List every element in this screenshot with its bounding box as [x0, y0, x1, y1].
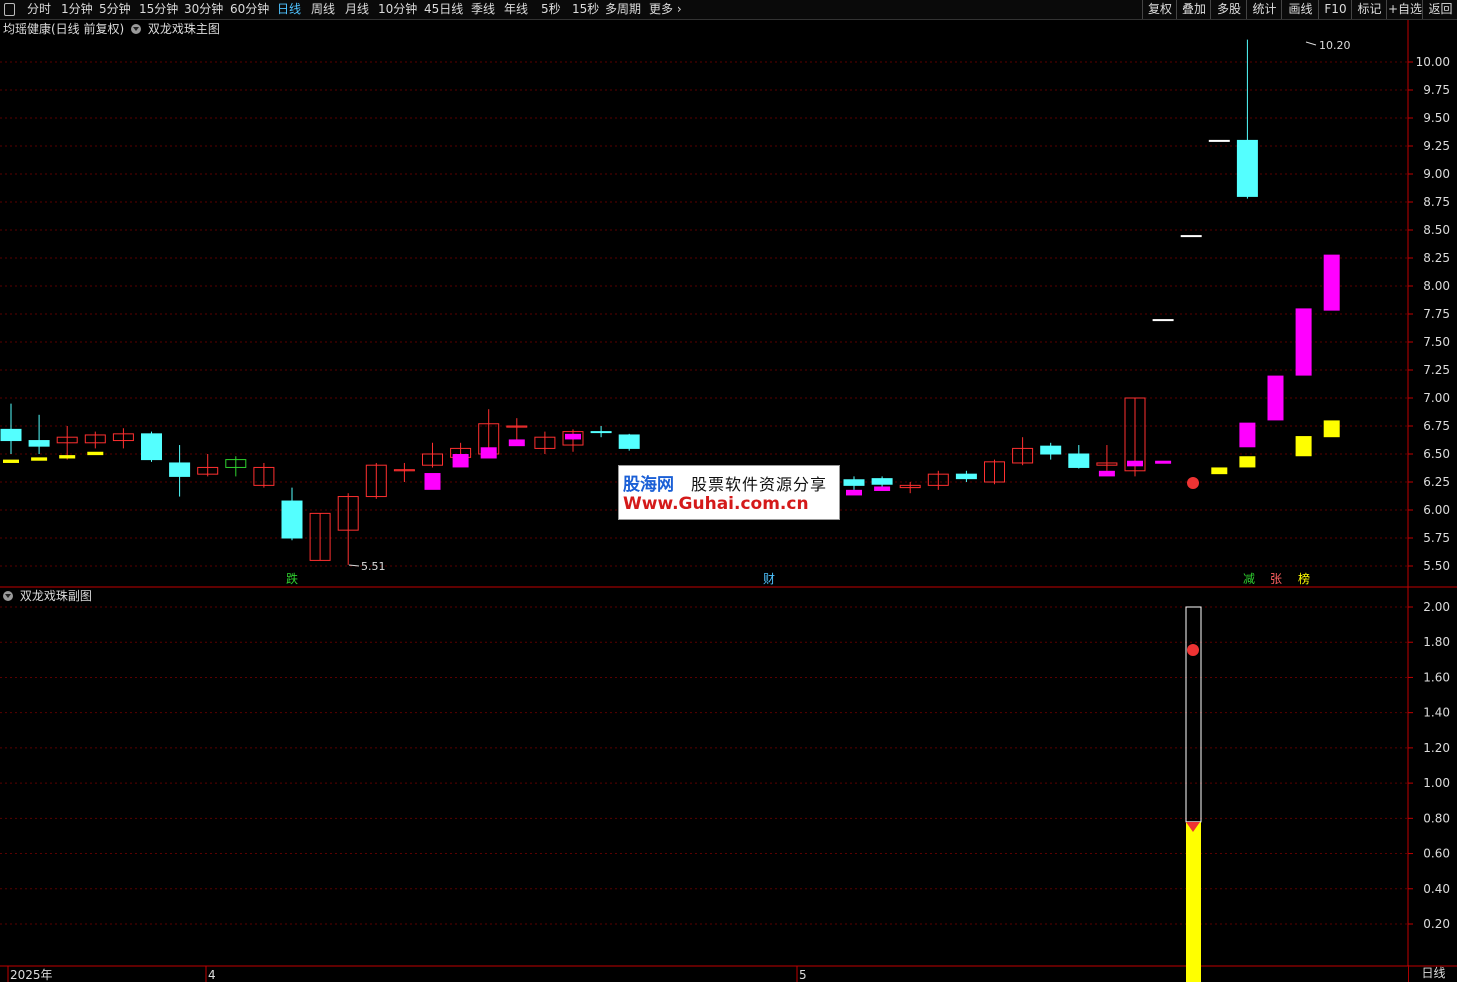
dragon-marker-8 [565, 433, 581, 440]
dragon-marker-11 [874, 486, 891, 491]
watermark-brand: 股海网 [623, 475, 674, 495]
candle-38-body [1068, 453, 1090, 468]
sub-y-tick-label: 0.60 [1423, 847, 1450, 861]
sub-y-tick-label: 1.40 [1423, 706, 1450, 720]
dragon-marker-22 [1323, 420, 1340, 438]
main-y-tick-label: 9.25 [1423, 139, 1450, 153]
signal-label-3: 张 [1270, 572, 1282, 586]
main-y-tick-label: 9.50 [1423, 111, 1450, 125]
dragon-marker-1 [31, 457, 48, 461]
dragon-marker-10 [846, 489, 862, 496]
main-y-tick-label: 10.00 [1416, 55, 1450, 69]
high-price-label: 10.20 [1319, 39, 1351, 52]
dragon-marker-21 [1323, 254, 1340, 311]
sub-white-bar [1185, 606, 1202, 823]
candle-21-body [590, 431, 612, 434]
candle-10-body [281, 500, 303, 539]
high-price-arrow [1305, 41, 1317, 46]
candle-37-body [1040, 445, 1062, 455]
signal-label-4: 榜 [1298, 571, 1310, 586]
x-axis-label-0: 2025年 [10, 968, 53, 982]
sub-y-tick-label: 0.40 [1423, 882, 1450, 896]
watermark-slogan: 股票软件资源分享 [691, 475, 828, 494]
candle-42-body [1180, 235, 1202, 238]
signal-label-0: 跌 [286, 571, 298, 586]
candle-43-body [1208, 139, 1230, 142]
main-y-tick-label: 6.00 [1423, 503, 1450, 517]
watermark-logo: 股海网 股票软件资源分享 Www.Guhai.com.cn [618, 465, 840, 520]
period-indicator[interactable]: 日线 [1408, 965, 1457, 982]
candle-41-body [1152, 319, 1174, 322]
dragon-marker-3 [87, 451, 104, 456]
sub-y-tick-label: 1.20 [1423, 741, 1450, 755]
dragon-marker-4 [424, 473, 441, 490]
candle-31-body [871, 478, 893, 485]
dragon-marker-7 [508, 439, 525, 447]
sub-ball-icon [1187, 644, 1199, 656]
sub-y-tick-label: 1.60 [1423, 670, 1450, 684]
signal-label-2: 减 [1243, 572, 1255, 586]
candle-5-body [141, 433, 162, 461]
dragon-ball-icon [1187, 477, 1199, 489]
sub-y-tick-label: 0.80 [1423, 811, 1450, 825]
x-axis-label-1: 4 [208, 968, 216, 982]
sub-yellow-bar [1186, 821, 1201, 982]
main-y-tick-label: 6.75 [1423, 419, 1450, 433]
dragon-marker-18 [1267, 375, 1284, 421]
main-y-tick-label: 7.75 [1423, 307, 1450, 321]
sub-y-tick-label: 1.00 [1423, 776, 1450, 790]
candle-6-body [169, 462, 191, 477]
dragon-marker-6 [480, 447, 497, 459]
main-y-tick-label: 8.50 [1423, 223, 1450, 237]
sub-y-tick-label: 0.20 [1423, 917, 1450, 931]
dragon-marker-16 [1239, 422, 1256, 448]
main-y-tick-label: 9.00 [1423, 167, 1450, 181]
dragon-marker-0 [3, 459, 19, 463]
candle-22-body [618, 434, 640, 449]
dragon-marker-13 [1127, 460, 1143, 467]
dragon-marker-12 [1098, 470, 1115, 477]
main-y-tick-label: 5.50 [1423, 559, 1450, 573]
main-y-tick-label: 7.00 [1423, 391, 1450, 405]
candle-30-body [843, 479, 865, 486]
low-price-label: 5.51 [361, 560, 386, 573]
dragon-marker-5 [452, 454, 469, 468]
main-y-tick-label: 6.25 [1423, 475, 1450, 489]
candle-1-body [28, 440, 50, 447]
main-y-tick-label: 5.75 [1423, 531, 1450, 545]
dragon-marker-17 [1239, 456, 1256, 468]
main-y-tick-label: 8.00 [1423, 279, 1450, 293]
dragon-marker-20 [1295, 436, 1312, 457]
candle-34-body [955, 473, 977, 480]
main-y-tick-label: 7.25 [1423, 363, 1450, 377]
x-axis-label-2: 5 [799, 968, 807, 982]
main-y-tick-label: 9.75 [1423, 83, 1450, 97]
main-y-tick-label: 7.50 [1423, 335, 1450, 349]
main-y-tick-label: 6.50 [1423, 447, 1450, 461]
sub-y-tick-label: 2.00 [1423, 600, 1450, 614]
watermark-url: Www.Guhai.com.cn [623, 494, 809, 514]
sub-y-tick-label: 1.80 [1423, 635, 1450, 649]
dragon-marker-2 [59, 455, 76, 459]
candle-0-body [0, 428, 22, 442]
dragon-marker-14 [1155, 460, 1172, 464]
main-y-tick-label: 8.25 [1423, 251, 1450, 265]
dragon-marker-19 [1295, 308, 1312, 376]
main-y-tick-label: 8.75 [1423, 195, 1450, 209]
dragon-marker-15 [1211, 467, 1228, 475]
candle-44-body [1236, 139, 1258, 197]
signal-label-1: 财 [763, 572, 775, 586]
